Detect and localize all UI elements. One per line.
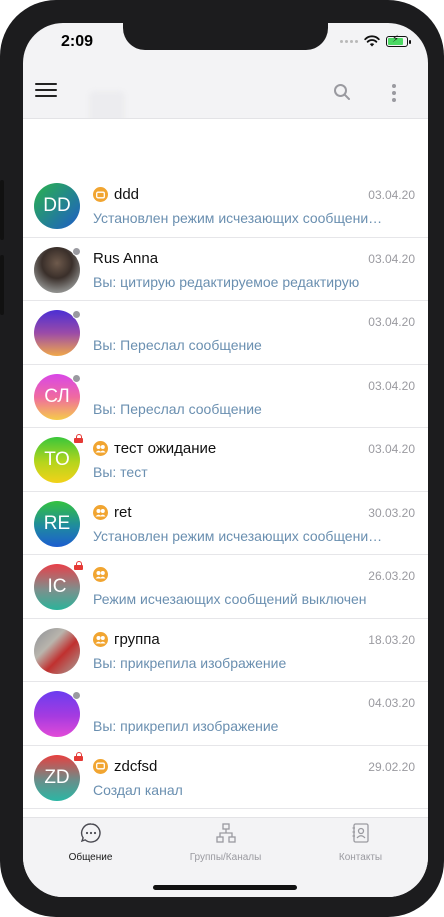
channel-icon — [93, 758, 108, 774]
group-icon — [93, 567, 108, 582]
avatar: СЛ — [34, 373, 81, 420]
top-banner — [23, 118, 428, 176]
lock-icon — [74, 561, 83, 570]
avatar: IC — [34, 561, 83, 610]
presence-dot — [72, 373, 81, 383]
chat-name: Rus Anna — [93, 249, 159, 267]
app-bar — [23, 66, 428, 118]
status-time: 2:09 — [61, 33, 94, 50]
chat-date: 26.03.20 — [368, 569, 415, 583]
wifi-icon — [364, 35, 380, 47]
chat-name: zdcfsd — [114, 757, 158, 775]
chat-title: ret — [93, 504, 132, 521]
signal-icon — [340, 39, 358, 43]
chat-preview: Вы: прикрепил изображение — [93, 718, 279, 734]
chat-list: DD ddd 03.04.20 Установлен режим исчезаю… — [23, 174, 428, 817]
chat-preview: Режим исчезающих сообщений выключен — [93, 591, 367, 607]
tab-label: Общение — [68, 852, 113, 863]
tab-chats[interactable]: Общение — [23, 822, 158, 863]
avatar-initials: СЛ — [44, 385, 70, 407]
chat-row[interactable]: Rus Anna 03.04.20 Вы: цитирую редактируе… — [23, 238, 428, 301]
chat-date: 03.04.20 — [368, 442, 415, 456]
avatar-initials: IC — [47, 576, 67, 597]
chat-date: 04.03.20 — [368, 696, 415, 710]
chat-title: Rus Anna — [93, 250, 158, 267]
chat-preview: Создал канал — [93, 781, 183, 798]
group-icon — [93, 504, 108, 520]
avatar: DD — [34, 183, 80, 229]
chat-name: группа — [114, 630, 160, 648]
chat-row[interactable]: 04.03.20 Вы: прикрепил изображение — [23, 682, 428, 746]
volume-button — [0, 255, 4, 315]
chat-date: 03.04.20 — [368, 251, 415, 266]
chat-title: ddd — [93, 186, 139, 203]
group-icon — [93, 631, 108, 647]
avatar: ZD — [34, 751, 83, 801]
chat-row[interactable]: группа 18.03.20 Вы: прикрепила изображен… — [23, 619, 428, 682]
hamburger-icon[interactable] — [35, 83, 57, 99]
chat-preview: Установлен режим исчезающих сообщени… — [93, 210, 383, 226]
chat-name: ret — [114, 503, 132, 521]
presence-dot — [72, 691, 81, 700]
lock-icon — [74, 751, 83, 761]
status-icons: ⚡ — [340, 34, 411, 47]
lock-icon — [74, 434, 83, 443]
chat-preview: Вы: Переслал сообщение — [93, 400, 262, 417]
avatar-initials: DD — [43, 195, 71, 216]
chat-row[interactable]: ТО тест ожидание 03.04.20 Вы: тест — [23, 428, 428, 492]
chat-preview: Установлен режим исчезающих сообщени… — [93, 527, 383, 544]
chat-row[interactable]: DD ddd 03.04.20 Установлен режим исчезаю… — [23, 174, 428, 238]
avatar: RE — [34, 500, 80, 547]
notch — [123, 23, 328, 50]
avatar — [34, 691, 81, 737]
tab-groups-channels[interactable]: Группы/Каналы — [158, 822, 293, 863]
tab-contacts[interactable]: Контакты — [293, 822, 428, 863]
chat-title: тест ожидание — [93, 440, 216, 457]
contacts-book-icon — [352, 823, 369, 843]
app-screen: 2:09 ⚡ DD ddd 03.04.20 Установлен режим … — [23, 23, 428, 897]
avatar — [34, 246, 81, 293]
volume-button — [0, 180, 4, 240]
chat-title: группа — [93, 631, 160, 648]
chat-name: ddd — [114, 186, 140, 203]
tab-label: Контакты — [338, 852, 383, 863]
chat-row[interactable]: СЛ 03.04.20 Вы: Переслал сообщение — [23, 365, 428, 428]
chat-date: 29.02.20 — [368, 759, 415, 774]
presence-dot — [72, 310, 81, 319]
chat-date: 18.03.20 — [368, 632, 415, 647]
more-vertical-icon[interactable] — [392, 84, 396, 105]
channel-icon — [93, 187, 108, 202]
chat-bubble-icon — [80, 823, 101, 843]
chat-preview: Вы: тест — [93, 464, 148, 480]
battery-icon: ⚡ — [386, 34, 411, 47]
search-icon[interactable] — [333, 83, 351, 101]
chat-title: zdcfsd — [93, 758, 157, 775]
avatar-initials: ТО — [44, 449, 70, 470]
chat-date: 30.03.20 — [368, 505, 415, 520]
chat-date: 03.04.20 — [368, 188, 415, 202]
chat-row[interactable]: IC 26.03.20 Режим исчезающих сообщений в… — [23, 555, 428, 619]
network-icon — [215, 823, 236, 843]
home-indicator[interactable] — [153, 885, 297, 890]
group-icon — [93, 441, 108, 456]
chat-preview: Вы: цитирую редактируемое редактирую — [93, 273, 360, 290]
chat-preview: Вы: Переслал сообщение — [93, 337, 262, 353]
chat-row[interactable]: ZD zdcfsd 29.02.20 Создал канал — [23, 746, 428, 809]
avatar-initials: ZD — [44, 766, 70, 788]
avatar — [34, 310, 81, 356]
presence-dot — [72, 246, 81, 256]
chat-date: 03.04.20 — [368, 378, 415, 393]
avatar-initials: RE — [43, 512, 71, 534]
chat-row[interactable]: 03.04.20 Вы: Переслал сообщение — [23, 301, 428, 365]
chat-preview: Вы: прикрепила изображение — [93, 654, 287, 671]
tab-label: Группы/Каналы — [189, 852, 262, 863]
chat-name: тест ожидание — [114, 440, 217, 457]
avatar — [34, 627, 80, 674]
chat-date: 03.04.20 — [368, 315, 415, 329]
chat-title — [93, 567, 114, 582]
chat-row[interactable]: RE ret 30.03.20 Установлен режим исчезаю… — [23, 492, 428, 555]
avatar: ТО — [34, 434, 83, 483]
